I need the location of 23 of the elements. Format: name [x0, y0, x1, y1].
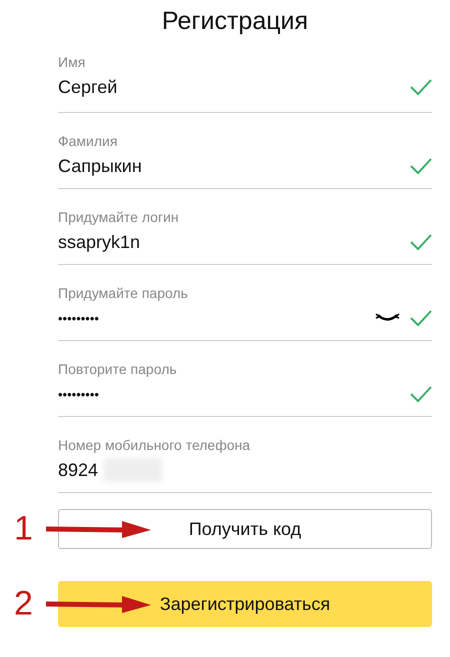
input-field[interactable]: Номер мобильного телефона 8924 — [58, 417, 432, 493]
field-label: Повторите пароль — [58, 361, 178, 377]
field-value: Сергей — [58, 76, 118, 98]
register-button[interactable]: Зарегистрироваться — [58, 581, 432, 627]
field-value: 8924 — [58, 460, 98, 480]
field-label: Придумайте логин — [58, 209, 180, 225]
page-title: Регистрация — [160, 6, 310, 37]
input-field[interactable]: Придумайте пароль ••••••••• — [58, 265, 432, 341]
step-number: 1 — [14, 511, 33, 546]
field-value: ••••••••• — [58, 310, 99, 326]
get-code-button[interactable]: Получить код — [58, 509, 432, 549]
field-label: Имя — [58, 54, 86, 70]
step-number: 2 — [14, 586, 33, 620]
input-field[interactable]: Повторите пароль ••••••••• — [58, 341, 432, 417]
input-field[interactable]: Фамилия Сапрыкин — [58, 113, 432, 189]
input-field[interactable]: Имя Сергей — [58, 50, 432, 113]
field-value: ••••••••• — [58, 386, 99, 402]
field-label: Номер мобильного телефона — [58, 437, 252, 453]
field-value: Сапрыкин — [58, 156, 142, 176]
field-label: Фамилия — [58, 133, 118, 149]
input-field[interactable]: Придумайте логин ssapryk1n — [58, 189, 432, 265]
field-label: Придумайте пароль — [58, 285, 189, 301]
field-value: ssapryk1n — [58, 232, 140, 252]
